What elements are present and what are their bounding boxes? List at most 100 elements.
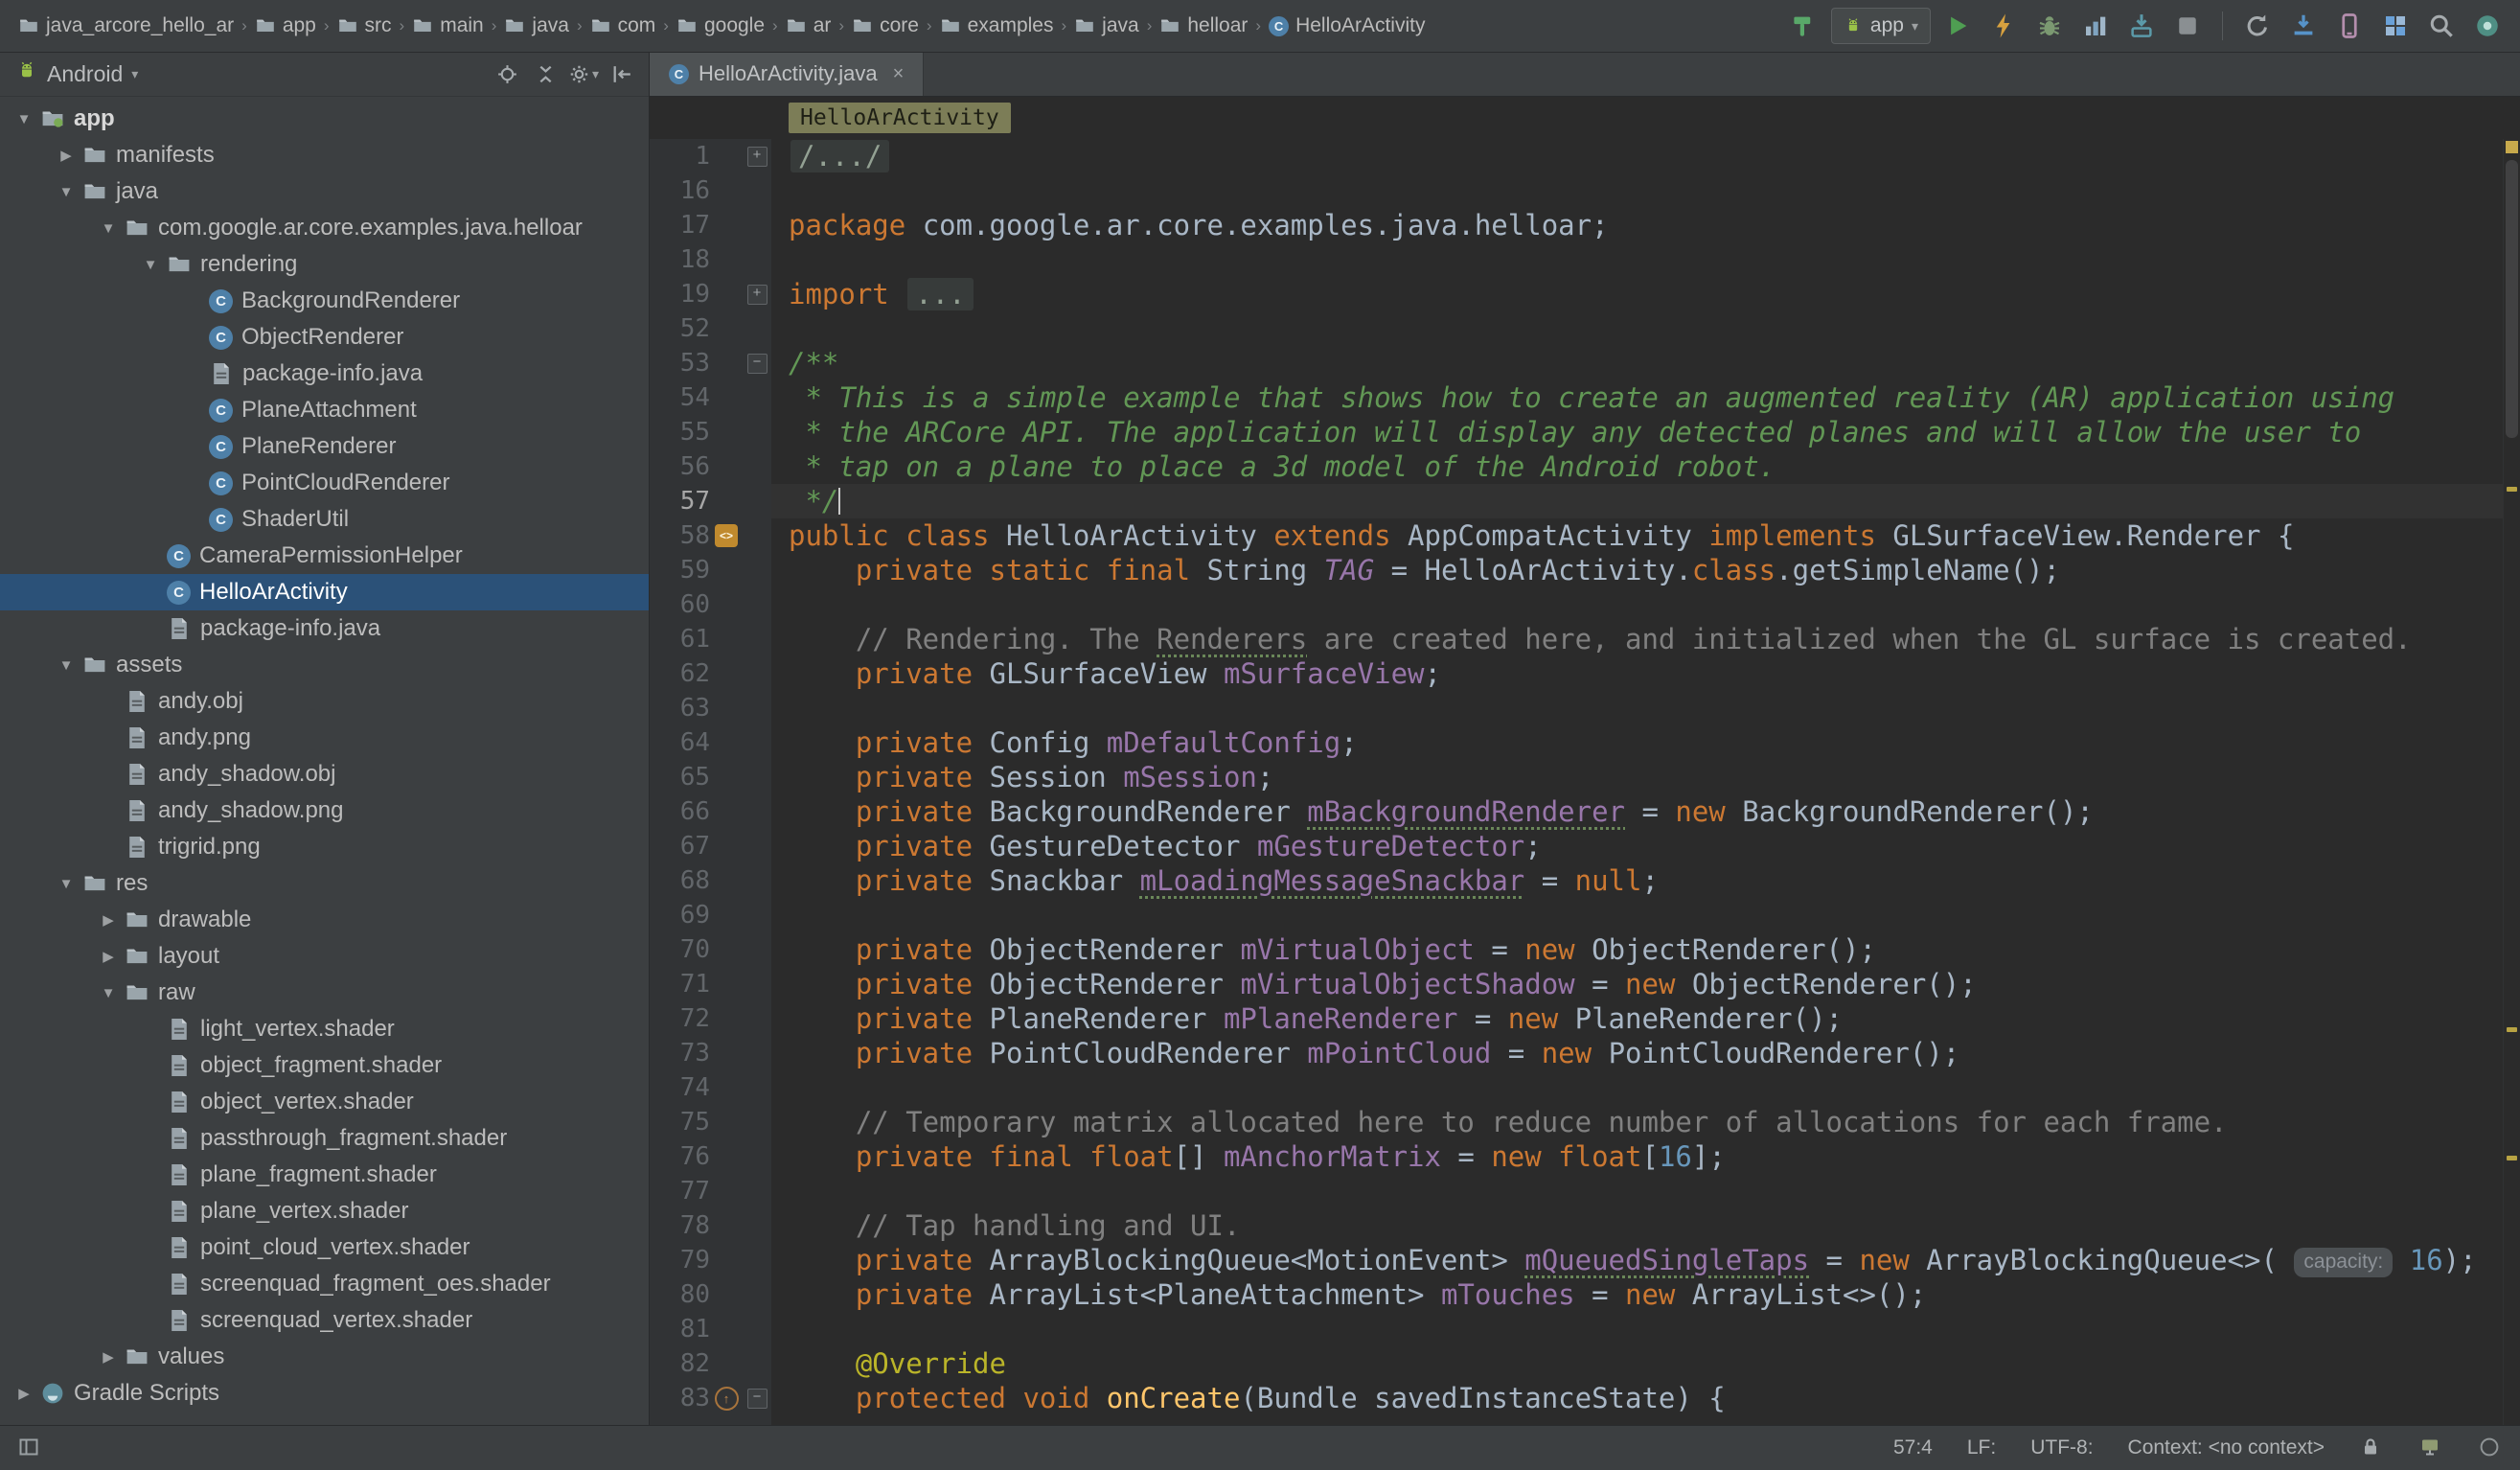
tree-item-assets[interactable]: ▼assets <box>0 647 649 683</box>
settings-gear-button[interactable]: ▾ <box>566 57 601 90</box>
tree-item-raw[interactable]: ▼raw <box>0 975 649 1011</box>
tree-item-planerenderer[interactable]: CPlaneRenderer <box>0 428 649 465</box>
breadcrumb-item[interactable]: java <box>1069 12 1144 39</box>
code-line-53[interactable]: 53−/** <box>650 346 2520 380</box>
tree-item-andy-shadow-obj[interactable]: andy_shadow.obj <box>0 756 649 792</box>
tree-item-java[interactable]: ▼java <box>0 173 649 210</box>
tree-item-camerapermissionhelper[interactable]: CCameraPermissionHelper <box>0 538 649 574</box>
tree-item-drawable[interactable]: ▶drawable <box>0 902 649 938</box>
run-configuration-select[interactable]: app▾ <box>1831 8 1931 44</box>
tree-item-gradle-scripts[interactable]: ▶Gradle Scripts <box>0 1375 649 1412</box>
tree-item-pointcloudrenderer[interactable]: CPointCloudRenderer <box>0 465 649 501</box>
code-editor[interactable]: 1+/.../1617package com.google.ar.core.ex… <box>650 139 2520 1426</box>
highlighting-level-icon[interactable] <box>2418 1436 2443 1460</box>
toolwindow-switcher-icon[interactable] <box>17 1436 42 1460</box>
tree-item-plane-fragment-shader[interactable]: plane_fragment.shader <box>0 1157 649 1193</box>
tree-item-andy-obj[interactable]: andy.obj <box>0 683 649 720</box>
code-line-70[interactable]: 70 private ObjectRenderer mVirtualObject… <box>650 932 2520 967</box>
context-widget[interactable]: Context: <no context> <box>2128 1436 2325 1459</box>
code-line-76[interactable]: 76 private final float[] mAnchorMatrix =… <box>650 1139 2520 1174</box>
tree-item-objectrenderer[interactable]: CObjectRenderer <box>0 319 649 356</box>
tree-item-screenquad-vertex-shader[interactable]: screenquad_vertex.shader <box>0 1302 649 1339</box>
breadcrumb-item[interactable]: ar <box>781 12 836 39</box>
code-line-17[interactable]: 17package com.google.ar.core.examples.ja… <box>650 208 2520 242</box>
breadcrumb-item[interactable]: com <box>585 12 661 39</box>
warning-stripe-mark[interactable] <box>2507 1027 2517 1032</box>
attach-debugger-button[interactable] <box>2122 7 2161 45</box>
gutter-override-icon[interactable]: ↑ <box>710 1387 743 1411</box>
editor-scrollbar-thumb[interactable] <box>2506 160 2518 438</box>
tree-item-values[interactable]: ▶values <box>0 1339 649 1375</box>
assistant-button[interactable] <box>2468 7 2507 45</box>
search-everywhere-button[interactable] <box>2422 7 2461 45</box>
code-line-16[interactable]: 16 <box>650 173 2520 208</box>
code-line-81[interactable]: 81 <box>650 1312 2520 1346</box>
encoding-widget[interactable]: UTF-8: <box>2030 1436 2093 1459</box>
memory-indicator-icon[interactable] <box>2478 1436 2503 1460</box>
code-line-64[interactable]: 64 private Config mDefaultConfig; <box>650 725 2520 760</box>
breadcrumb-item[interactable]: google <box>672 12 769 39</box>
tree-item-point-cloud-vertex-shader[interactable]: point_cloud_vertex.shader <box>0 1229 649 1266</box>
chevron-expanded-icon[interactable]: ▼ <box>92 220 125 237</box>
close-tab-icon[interactable]: × <box>893 63 905 85</box>
breadcrumb-item[interactable]: CHelloArActivity <box>1264 12 1430 39</box>
breadcrumb-current-element[interactable]: HelloArActivity <box>789 103 1011 133</box>
hide-panel-button[interactable] <box>605 57 639 90</box>
breadcrumb-item[interactable]: java <box>499 12 574 39</box>
tree-item-package-info-java[interactable]: package-info.java <box>0 356 649 392</box>
code-line-66[interactable]: 66 private BackgroundRenderer mBackgroun… <box>650 794 2520 829</box>
breadcrumb-item[interactable]: app <box>250 12 321 39</box>
collapse-all-button[interactable] <box>528 57 562 90</box>
chevron-expanded-icon[interactable]: ▼ <box>50 657 82 674</box>
fold-expand-icon[interactable]: + <box>743 147 771 167</box>
tree-item-shaderutil[interactable]: CShaderUtil <box>0 501 649 538</box>
locate-button[interactable] <box>490 57 524 90</box>
tab-helloaractivity-java[interactable]: C HelloArActivity.java × <box>650 52 924 96</box>
fold-expand-icon[interactable]: + <box>743 285 771 305</box>
code-line-82[interactable]: 82 @Override <box>650 1346 2520 1381</box>
chevron-expanded-icon[interactable]: ▼ <box>134 257 167 273</box>
chevron-collapsed-icon[interactable]: ▶ <box>92 1348 125 1366</box>
fold-collapse-icon[interactable]: − <box>743 354 771 374</box>
code-line-62[interactable]: 62 private GLSurfaceView mSurfaceView; <box>650 656 2520 691</box>
code-line-19[interactable]: 19+import ... <box>650 277 2520 311</box>
lock-icon[interactable] <box>2359 1436 2384 1460</box>
code-line-83[interactable]: 83↑− protected void onCreate(Bundle save… <box>650 1381 2520 1415</box>
tree-item-plane-vertex-shader[interactable]: plane_vertex.shader <box>0 1193 649 1229</box>
instant-run-button[interactable] <box>1984 7 2023 45</box>
tree-item-passthrough-fragment-shader[interactable]: passthrough_fragment.shader <box>0 1120 649 1157</box>
tree-item-com-google-ar-core-examples-java-helloar[interactable]: ▼com.google.ar.core.examples.java.helloa… <box>0 210 649 246</box>
code-line-57[interactable]: 57 */ <box>650 484 2520 518</box>
breadcrumb-item[interactable]: helloar <box>1155 12 1252 39</box>
gutter-class-marker-icon[interactable]: <> <box>710 524 743 547</box>
code-line-63[interactable]: 63 <box>650 691 2520 725</box>
chevron-expanded-icon[interactable]: ▼ <box>50 876 82 892</box>
chevron-collapsed-icon[interactable]: ▶ <box>92 911 125 929</box>
tree-item-andy-shadow-png[interactable]: andy_shadow.png <box>0 792 649 829</box>
tree-item-object-vertex-shader[interactable]: object_vertex.shader <box>0 1084 649 1120</box>
project-view-selector[interactable]: Android ▾ <box>10 57 144 90</box>
code-line-65[interactable]: 65 private Session mSession; <box>650 760 2520 794</box>
tree-item-rendering[interactable]: ▼rendering <box>0 246 649 283</box>
code-line-69[interactable]: 69 <box>650 898 2520 932</box>
tree-item-app[interactable]: ▼app <box>0 101 649 137</box>
chevron-collapsed-icon[interactable]: ▶ <box>92 948 125 965</box>
tree-item-manifests[interactable]: ▶manifests <box>0 137 649 173</box>
code-line-60[interactable]: 60 <box>650 587 2520 622</box>
breadcrumb-item[interactable]: src <box>332 12 397 39</box>
code-line-80[interactable]: 80 private ArrayList<PlaneAttachment> mT… <box>650 1277 2520 1312</box>
tree-item-screenquad-fragment-oes-shader[interactable]: screenquad_fragment_oes.shader <box>0 1266 649 1302</box>
code-line-1[interactable]: 1+/.../ <box>650 139 2520 173</box>
tree-item-backgroundrenderer[interactable]: CBackgroundRenderer <box>0 283 649 319</box>
code-line-18[interactable]: 18 <box>650 242 2520 277</box>
code-line-68[interactable]: 68 private Snackbar mLoadingMessageSnack… <box>650 863 2520 898</box>
code-line-72[interactable]: 72 private PlaneRenderer mPlaneRenderer … <box>650 1001 2520 1036</box>
caret-position[interactable]: 57:4 <box>1893 1436 1933 1459</box>
code-line-73[interactable]: 73 private PointCloudRenderer mPointClou… <box>650 1036 2520 1070</box>
code-line-71[interactable]: 71 private ObjectRenderer mVirtualObject… <box>650 967 2520 1001</box>
stop-button[interactable] <box>2168 7 2207 45</box>
breadcrumb-item[interactable]: core <box>847 12 924 39</box>
project-structure-button[interactable] <box>2376 7 2415 45</box>
code-line-78[interactable]: 78 // Tap handling and UI. <box>650 1208 2520 1243</box>
code-line-67[interactable]: 67 private GestureDetector mGestureDetec… <box>650 829 2520 863</box>
